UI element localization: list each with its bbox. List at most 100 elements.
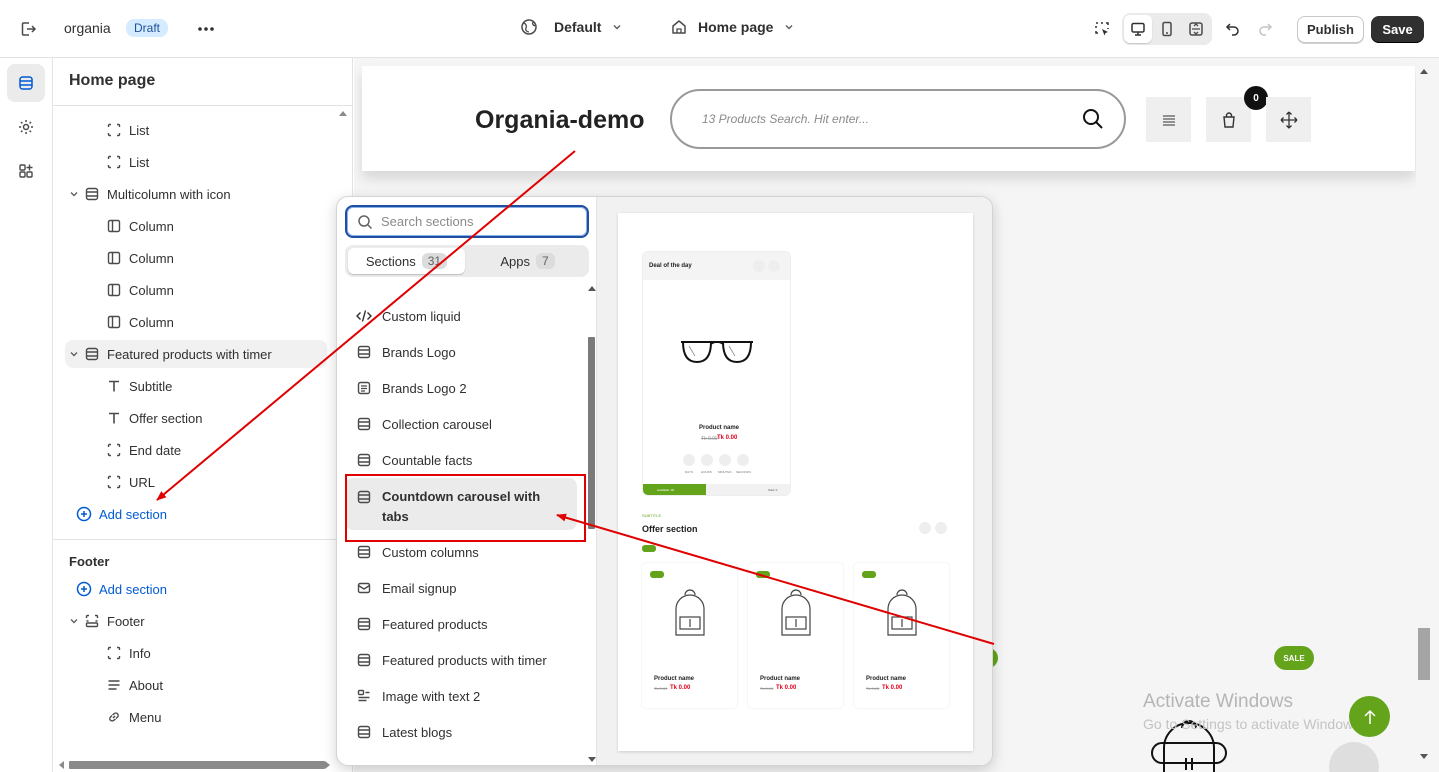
section-option-label: Featured products xyxy=(382,616,488,632)
tree-item-column[interactable]: Column xyxy=(65,276,327,304)
scroll-down-arrow-icon xyxy=(1420,754,1428,759)
tree-item-multicolumn-with-icon[interactable]: Multicolumn with icon xyxy=(65,180,327,208)
section-option-featured-products[interactable]: Featured products xyxy=(345,606,577,642)
move-icon[interactable] xyxy=(1266,97,1311,142)
sections-icon[interactable] xyxy=(7,64,45,102)
tree-item-column[interactable]: Column xyxy=(65,308,327,336)
site-search-bar[interactable]: 13 Products Search. Hit enter... xyxy=(670,89,1126,149)
tree-item-info[interactable]: Info xyxy=(65,639,327,667)
left-rail xyxy=(0,58,53,772)
chat-button[interactable] xyxy=(1329,742,1379,772)
code-icon xyxy=(355,307,373,325)
undo-icon[interactable] xyxy=(1219,15,1247,43)
tree-item-menu[interactable]: Menu xyxy=(65,703,327,731)
publish-button[interactable]: Publish xyxy=(1297,16,1364,43)
theme-selector[interactable]: Default xyxy=(520,18,623,36)
section-search-input[interactable] xyxy=(381,214,581,229)
page-selector[interactable]: Home page xyxy=(670,18,795,36)
section-option-email-signup[interactable]: Email signup xyxy=(345,570,577,606)
preview-product-name: Product name xyxy=(699,425,740,431)
tree-item-subtitle[interactable]: Subtitle xyxy=(65,372,327,400)
scroll-to-top-button[interactable] xyxy=(1349,696,1390,737)
scrollbar-thumb[interactable] xyxy=(1418,628,1430,680)
sidebar-horizontal-scrollbar[interactable] xyxy=(53,758,352,772)
menu-icon[interactable] xyxy=(1146,97,1191,142)
section-icon xyxy=(355,651,373,669)
preview-timer-circle xyxy=(701,454,713,466)
preview-scrollbar[interactable] xyxy=(1416,58,1439,772)
section-option-image-with-text-2[interactable]: Image with text 2 xyxy=(345,678,577,714)
tree-item-list[interactable]: List xyxy=(65,148,327,176)
section-option-featured-products-with-timer[interactable]: Featured products with timer xyxy=(345,642,577,678)
section-option-brands-logo[interactable]: Brands Logo xyxy=(345,334,577,370)
windows-watermark-title: Activate Windows xyxy=(1143,691,1293,712)
preview-timer-seconds: SECONDS xyxy=(736,470,751,474)
section-icon xyxy=(355,543,373,561)
section-option-countable-facts[interactable]: Countable facts xyxy=(345,442,577,478)
tree-item-column[interactable]: Column xyxy=(65,244,327,272)
preview-deal-card: Deal of the day Product name Tk 0.00 Tk … xyxy=(642,251,791,496)
block-icon xyxy=(105,441,123,459)
backpack-image xyxy=(887,589,917,636)
section-option-label: Brands Logo 2 xyxy=(382,380,467,396)
section-option-collection-carousel[interactable]: Collection carousel xyxy=(345,406,577,442)
site-logo[interactable]: Organia-demo xyxy=(475,106,644,135)
preview-prev-arrow xyxy=(753,260,765,272)
tree-item-list[interactable]: List xyxy=(65,116,327,144)
inspector-icon[interactable] xyxy=(1088,15,1116,43)
cart-icon[interactable] xyxy=(1206,97,1251,142)
add-section-button[interactable]: Add section xyxy=(65,500,327,528)
section-search-field[interactable] xyxy=(345,205,589,238)
lines-icon xyxy=(105,676,123,694)
chevron-down-icon[interactable] xyxy=(65,349,83,359)
footer-add-section-button[interactable]: Add section xyxy=(65,575,327,603)
picker-scrollbar[interactable] xyxy=(587,281,597,765)
tree-item-about[interactable]: About xyxy=(65,671,327,699)
section-option-latest-blogs[interactable]: Latest blogs xyxy=(345,714,577,750)
chevron-down-icon[interactable] xyxy=(65,189,83,199)
tree-item-column[interactable]: Column xyxy=(65,212,327,240)
section-option-brands-logo-2[interactable]: Brands Logo 2 xyxy=(345,370,577,406)
scrollbar-thumb[interactable] xyxy=(588,337,595,529)
redo-icon[interactable] xyxy=(1251,15,1279,43)
tree-item-label: List xyxy=(129,122,150,138)
preview-badge xyxy=(642,545,656,552)
tab-sections[interactable]: Sections 31 xyxy=(348,248,465,274)
section-option-label: Latest blogs xyxy=(382,724,453,740)
sidebar-divider xyxy=(53,539,352,540)
preview-sold-bar xyxy=(706,484,790,495)
preview-new-price: Tk 0.00 xyxy=(776,685,797,691)
mobile-icon[interactable] xyxy=(1153,15,1181,43)
more-options-icon[interactable] xyxy=(192,15,220,43)
tree-item-footer[interactable]: Footer xyxy=(65,607,327,635)
sale-badge: SALE xyxy=(1274,646,1314,670)
preview-timer-minutes: MINUTES xyxy=(718,470,732,474)
search-icon xyxy=(1083,109,1103,129)
fullscreen-icon[interactable] xyxy=(1182,15,1210,43)
section-icon xyxy=(355,343,373,361)
preview-offer-title: Offer section xyxy=(642,524,698,534)
settings-gear-icon[interactable] xyxy=(7,108,45,146)
exit-icon[interactable] xyxy=(14,15,42,43)
desktop-icon[interactable] xyxy=(1124,15,1152,43)
scroll-up-arrow-icon xyxy=(588,286,596,291)
tab-apps[interactable]: Apps 7 xyxy=(469,248,586,274)
chevron-down-icon xyxy=(611,21,623,33)
save-button[interactable]: Save xyxy=(1371,16,1424,43)
tree-item-label: Column xyxy=(129,218,174,234)
apps-icon[interactable] xyxy=(7,152,45,190)
preview-product-card: Product name Tk 0.00 Tk 0.00 xyxy=(748,563,843,708)
tree-item-url[interactable]: URL xyxy=(65,468,327,496)
scrollbar-thumb[interactable] xyxy=(69,761,325,769)
tab-apps-count: 7 xyxy=(535,253,555,269)
scroll-up-arrow-icon[interactable] xyxy=(339,110,347,116)
image-text-icon xyxy=(355,687,373,705)
tree-item-label: Column xyxy=(129,282,174,298)
tree-item-featured-products-with-timer[interactable]: Featured products with timer xyxy=(65,340,327,368)
theme-selector-label: Default xyxy=(554,19,602,35)
chevron-down-icon[interactable] xyxy=(65,616,83,626)
section-option-custom-liquid[interactable]: Custom liquid xyxy=(345,298,577,334)
tree-item-offer-section[interactable]: Offer section xyxy=(65,404,327,432)
tree-item-end-date[interactable]: End date xyxy=(65,436,327,464)
tree-item-label: Menu xyxy=(129,709,162,725)
